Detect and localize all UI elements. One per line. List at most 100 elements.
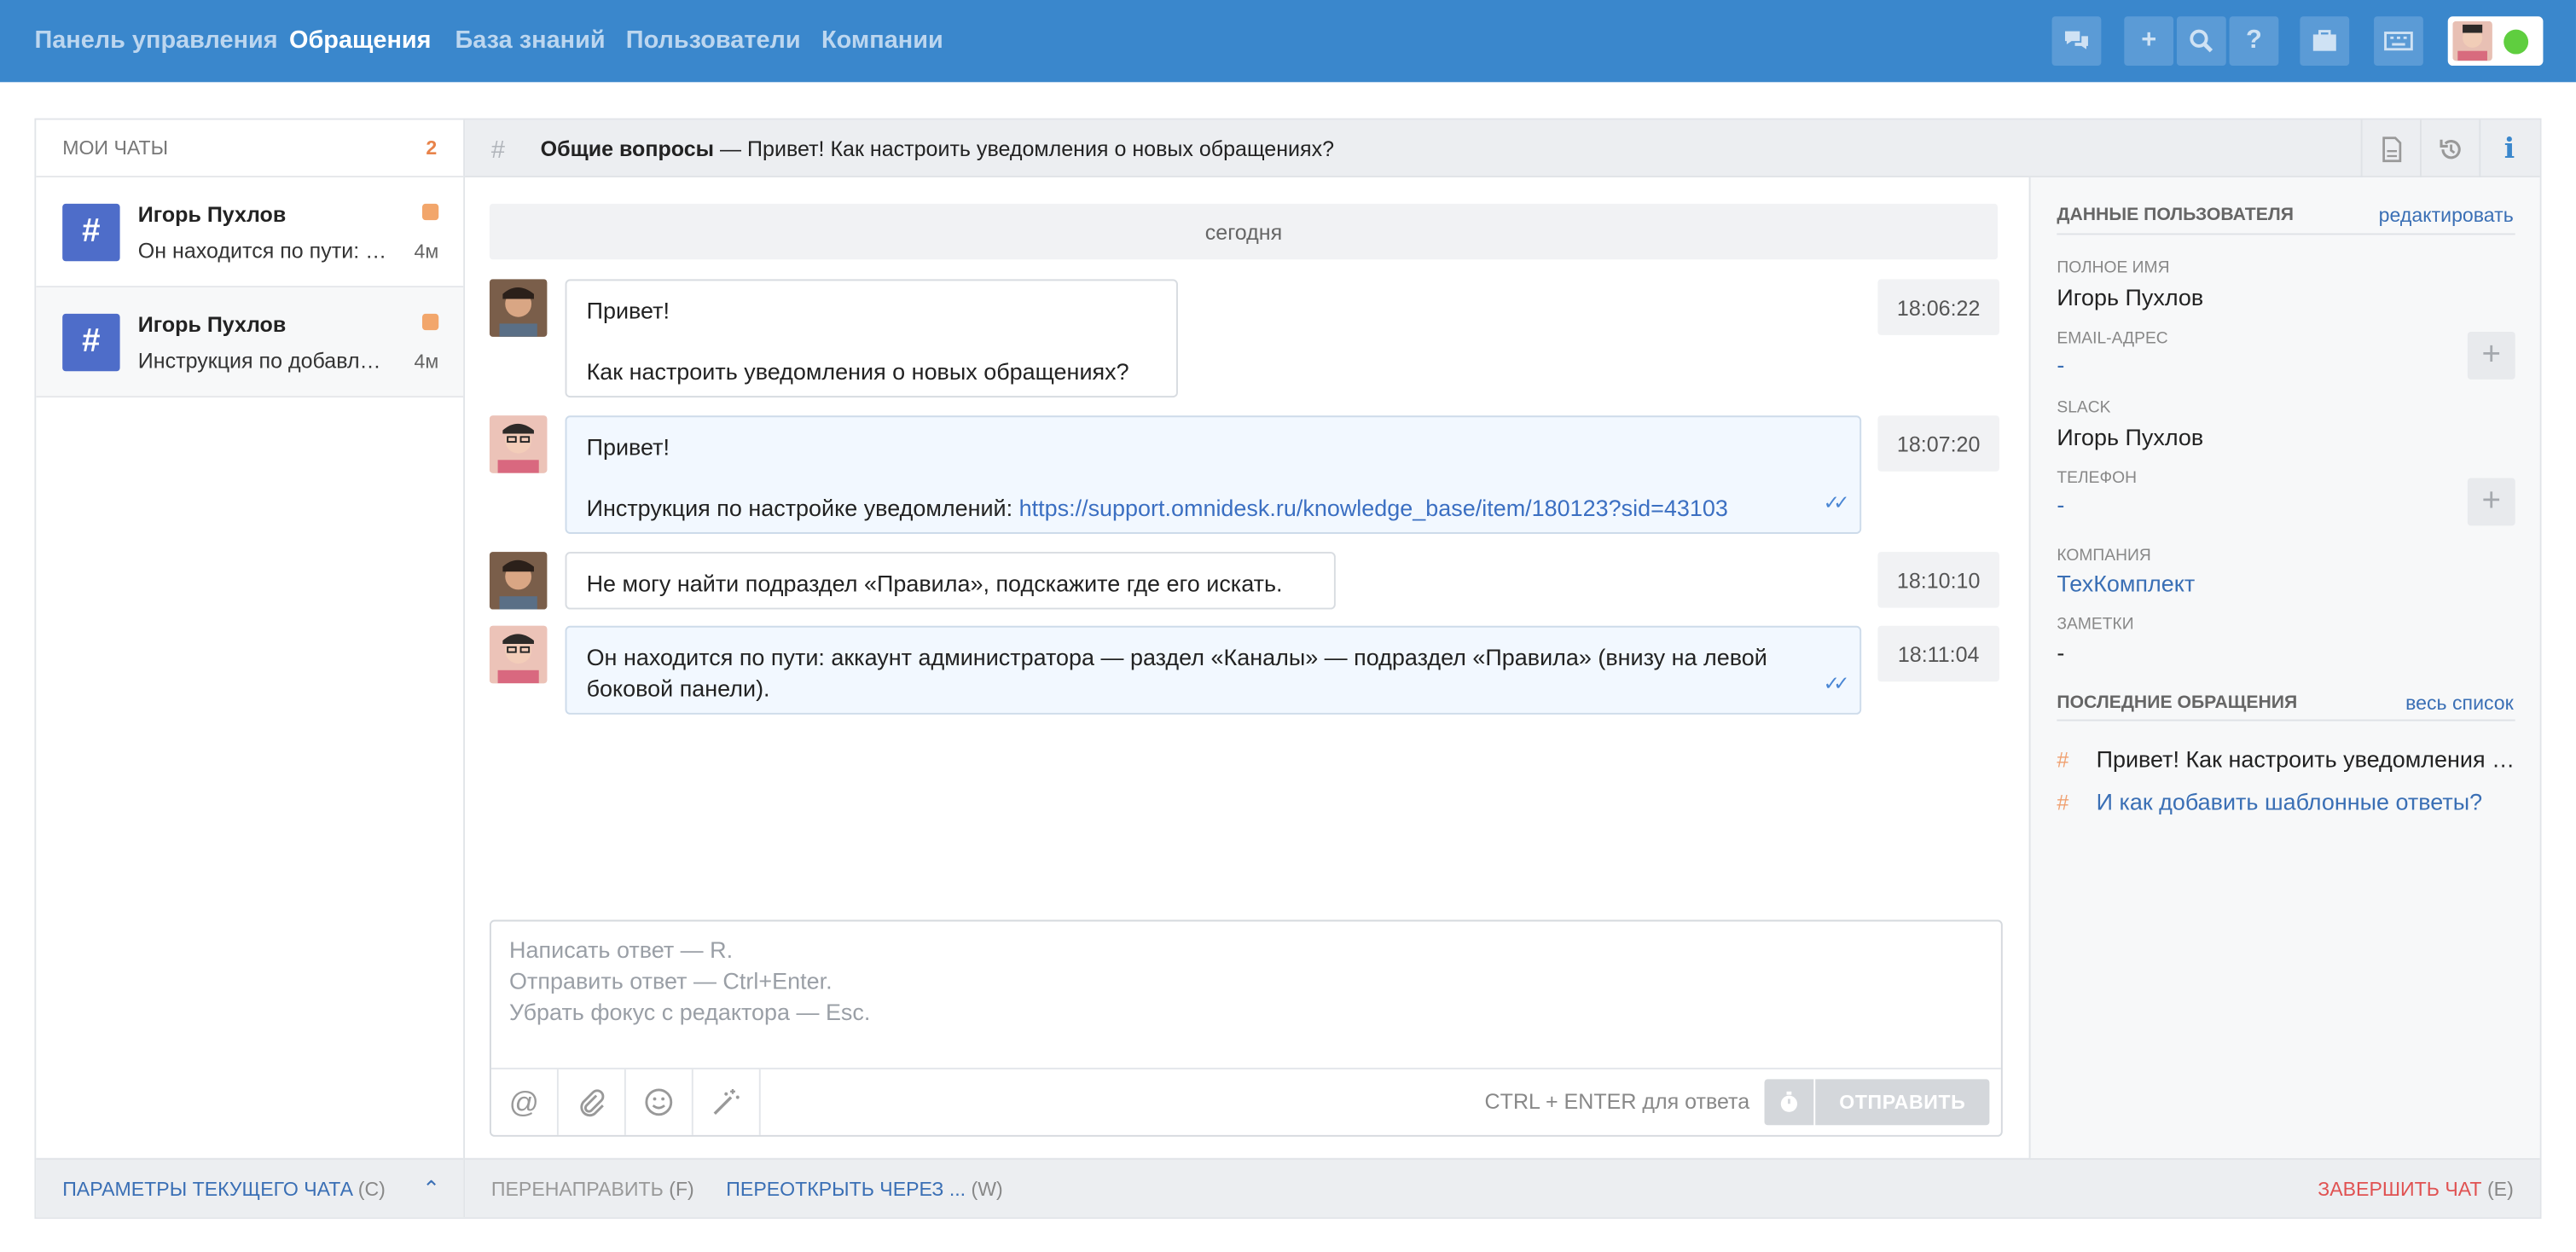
slack-icon: # bbox=[2057, 789, 2069, 814]
company-label: КОМПАНИЯ bbox=[2057, 547, 2151, 565]
user-details-panel: ДАННЫЕ ПОЛЬЗОВАТЕЛЯ редактировать ПОЛНОЕ… bbox=[2028, 177, 2540, 1158]
unread-flag bbox=[421, 313, 439, 331]
message-text: Привет! bbox=[586, 297, 670, 324]
avatar bbox=[489, 415, 548, 473]
email-label: EMAIL-АДРЕС bbox=[2057, 330, 2168, 349]
double-check-icon: ✓✓ bbox=[1823, 671, 1850, 695]
stopwatch-icon[interactable] bbox=[1764, 1079, 1814, 1126]
chat-list-item-name: Игорь Пухлов bbox=[137, 201, 287, 227]
add-phone-button[interactable]: + bbox=[2467, 478, 2515, 526]
nav-companies[interactable]: Компании bbox=[821, 26, 943, 55]
message-time: 18:10:10 bbox=[1877, 552, 1999, 608]
chat-workspace: МОИ ЧАТЫ 2 # Игорь Пухлов Он находится п… bbox=[34, 118, 2542, 1220]
user-data-title: ДАННЫЕ ПОЛЬЗОВАТЕЛЯ bbox=[2057, 205, 2294, 225]
message-text: Как настроить уведомления о новых обраще… bbox=[586, 357, 1129, 385]
message-time: 18:11:04 bbox=[1877, 625, 1999, 682]
notes-label: ЗАМЕТКИ bbox=[2057, 616, 2134, 635]
info-icon[interactable]: i bbox=[2479, 119, 2538, 178]
keyboard-icon[interactable] bbox=[2374, 16, 2423, 67]
nav-dashboard[interactable]: Панель управления bbox=[34, 26, 277, 55]
emoji-icon[interactable] bbox=[626, 1069, 693, 1135]
slack-icon: # bbox=[2057, 746, 2069, 772]
full-name-label: ПОЛНОЕ ИМЯ bbox=[2057, 259, 2170, 278]
chevron-up-icon[interactable]: ⌃ bbox=[422, 1176, 440, 1203]
nav-knowledge-base[interactable]: База знаний bbox=[455, 26, 606, 55]
my-chats-panel: МОИ ЧАТЫ 2 # Игорь Пухлов Он находится п… bbox=[36, 119, 466, 1218]
history-icon[interactable] bbox=[2419, 119, 2479, 178]
avatar bbox=[489, 552, 548, 610]
slack-icon: # bbox=[62, 203, 120, 262]
forward-button[interactable]: ПЕРЕНАПРАВИТЬ (F) bbox=[491, 1178, 694, 1201]
send-hint: CTRL + ENTER для ответа bbox=[1484, 1088, 1750, 1114]
reply-editor[interactable]: Написать ответ — R. Отправить ответ — Ct… bbox=[489, 919, 2003, 1137]
magic-wand-icon[interactable] bbox=[693, 1069, 761, 1135]
user-menu[interactable] bbox=[2447, 16, 2544, 67]
day-separator: сегодня bbox=[489, 203, 1999, 260]
unread-flag bbox=[421, 203, 439, 221]
search-icon[interactable] bbox=[2176, 16, 2226, 67]
chat-list-item-preview: Инструкция по добавлению шаблонных ответ… bbox=[137, 348, 393, 374]
reopen-later-button[interactable]: ПЕРЕОТКРЫТЬ ЧЕРЕЗ ... (W) bbox=[726, 1178, 1002, 1201]
email-value[interactable]: - bbox=[2057, 351, 2064, 378]
help-icon[interactable]: ? bbox=[2229, 16, 2279, 67]
divider bbox=[2057, 719, 2515, 722]
send-button[interactable]: ОТПРАВИТЬ bbox=[1815, 1079, 1990, 1126]
message-text: Привет! bbox=[586, 433, 670, 461]
phone-label: ТЕЛЕФОН bbox=[2057, 469, 2138, 489]
chat-list-item[interactable]: # Игорь Пухлов Инструкция по добавлению … bbox=[36, 287, 464, 398]
top-nav-bar: Панель управления Обращения База знаний … bbox=[0, 0, 2576, 83]
conversation-header: # Общие вопросы — Привет! Как настроить … bbox=[465, 119, 2540, 178]
message-bubble: Привет! Как настроить уведомления о новы… bbox=[565, 279, 1178, 398]
my-chats-header: МОИ ЧАТЫ 2 bbox=[36, 120, 464, 178]
phone-value[interactable]: - bbox=[2057, 491, 2064, 518]
full-name-value: Игорь Пухлов bbox=[2057, 284, 2204, 311]
edit-user-link[interactable]: редактировать bbox=[2379, 204, 2514, 227]
notes-value[interactable]: - bbox=[2057, 639, 2064, 665]
message-bubble: Не могу найти подраздел «Правила», подск… bbox=[565, 552, 1336, 610]
conversation-footer: ПЕРЕНАПРАВИТЬ (F) ПЕРЕОТКРЫТЬ ЧЕРЕЗ ... … bbox=[465, 1157, 2540, 1218]
nav-users[interactable]: Пользователи bbox=[626, 26, 801, 55]
slack-channel-icon: # bbox=[490, 136, 505, 165]
double-check-icon: ✓✓ bbox=[1823, 490, 1850, 514]
finish-chat-button[interactable]: ЗАВЕРШИТЬ ЧАТ (E) bbox=[2318, 1178, 2514, 1201]
slack-value: Игорь Пухлов bbox=[2057, 423, 2204, 450]
conversation-title: Общие вопросы — Привет! Как настроить ув… bbox=[541, 136, 1334, 161]
briefcase-icon[interactable] bbox=[2300, 16, 2350, 67]
plus-icon[interactable]: + bbox=[2124, 16, 2174, 67]
add-email-button[interactable]: + bbox=[2467, 332, 2515, 380]
title-separator: — bbox=[720, 136, 742, 161]
my-chats-count: 2 bbox=[426, 136, 438, 159]
current-chat-params-key: (C) bbox=[357, 1176, 386, 1200]
online-status-indicator bbox=[2503, 29, 2529, 55]
message-time: 18:06:22 bbox=[1877, 279, 1999, 335]
message-time: 18:07:20 bbox=[1877, 415, 1999, 472]
recent-ticket-item[interactable]: # Привет! Как настроить уведомления о но… bbox=[2057, 745, 2516, 772]
message-text: Не могу найти подраздел «Правила», подск… bbox=[586, 570, 1283, 597]
knowledge-base-link[interactable]: https://support.omnidesk.ru/knowledge_ba… bbox=[1019, 495, 1728, 521]
mention-icon[interactable]: @ bbox=[491, 1069, 559, 1135]
slack-label: SLACK bbox=[2057, 399, 2111, 418]
message-text: Он находится по пути: аккаунт администра… bbox=[586, 643, 1767, 702]
reply-placeholder: Написать ответ — R. Отправить ответ — Ct… bbox=[509, 936, 871, 1025]
chat-bubbles-icon[interactable] bbox=[2051, 16, 2102, 67]
channel-name: Общие вопросы bbox=[540, 136, 715, 161]
avatar bbox=[489, 279, 548, 337]
recent-ticket-title: И как добавить шаблонные ответы? bbox=[2096, 788, 2483, 815]
message-text: Инструкция по настройке уведомлений: htt… bbox=[586, 494, 1728, 521]
paperclip-icon[interactable] bbox=[559, 1069, 626, 1135]
chat-list-item-name: Игорь Пухлов bbox=[137, 311, 287, 337]
document-icon[interactable] bbox=[2360, 119, 2420, 178]
editor-toolbar: @ CTRL + ENTER для ответа ОТПРАВИТЬ bbox=[490, 1067, 2001, 1135]
company-link[interactable]: ТехКомплект bbox=[2057, 570, 2195, 596]
message-bubble: Привет! Инструкция по настройке уведомле… bbox=[565, 415, 1862, 534]
divider bbox=[2057, 233, 2515, 235]
all-tickets-link[interactable]: весь список bbox=[2405, 692, 2514, 715]
recent-ticket-item[interactable]: # И как добавить шаблонные ответы? bbox=[2057, 788, 2516, 814]
current-chat-params-button[interactable]: ПАРАМЕТРЫ ТЕКУЩЕГО ЧАТА (C) ⌃ bbox=[36, 1157, 464, 1218]
nav-tickets[interactable]: Обращения bbox=[289, 26, 432, 55]
chat-list-item[interactable]: # Игорь Пухлов Он находится по пути: акк… bbox=[36, 177, 464, 288]
chat-list-item-preview: Он находится по пути: аккаунт администра… bbox=[137, 238, 393, 264]
my-chats-title: МОИ ЧАТЫ bbox=[62, 136, 169, 159]
conversation-subject: Привет! Как настроить уведомления о новы… bbox=[747, 136, 1335, 161]
current-chat-params-label: ПАРАМЕТРЫ ТЕКУЩЕГО ЧАТА bbox=[62, 1176, 353, 1200]
